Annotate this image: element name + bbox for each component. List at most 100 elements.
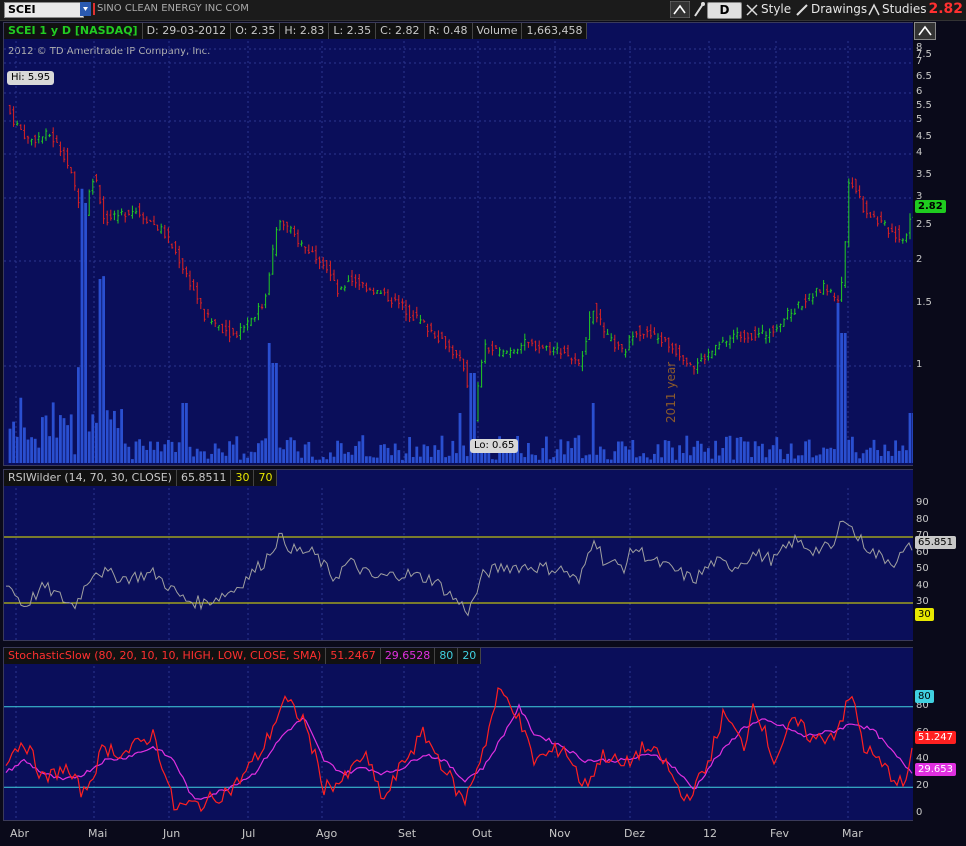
volume-bar	[282, 449, 285, 463]
price-y-tick: 6	[916, 86, 923, 97]
volume-bar	[530, 454, 534, 463]
stoch-chart	[4, 666, 914, 820]
volume-bar	[163, 444, 167, 463]
volume-bar	[725, 436, 728, 463]
volume-bar	[131, 459, 134, 463]
volume-bar	[271, 363, 275, 463]
volume-bar	[332, 456, 336, 463]
volume-bar	[879, 455, 883, 463]
volume-bar	[872, 439, 876, 463]
volume-bar	[372, 457, 375, 463]
volume-bar	[95, 422, 98, 463]
volume-bar	[455, 453, 458, 463]
volume-bar	[545, 436, 548, 463]
volume-bar	[800, 455, 804, 463]
volume-bar	[804, 441, 807, 463]
volume-bar	[249, 451, 253, 463]
volume-bar	[753, 441, 757, 463]
volume-bar	[764, 457, 768, 463]
volume-bar	[617, 441, 620, 463]
volume-bar	[134, 441, 138, 463]
rsi-y-tick: 80	[916, 513, 929, 525]
volume-bar	[177, 442, 181, 463]
stoch-d-tag: 29.653	[915, 763, 956, 776]
volume-bar	[213, 443, 217, 463]
volume-bar	[854, 452, 858, 463]
volume-bar	[451, 440, 455, 463]
volume-bar	[739, 437, 743, 463]
stoch-axis: 806040200 80 51.247 29.653	[913, 647, 966, 821]
stoch-upper-tag: 80	[915, 690, 934, 703]
volume-bar	[905, 450, 908, 463]
volume-bar	[401, 459, 404, 463]
price-y-tick: 5.5	[916, 100, 932, 111]
volume-bar	[865, 449, 869, 463]
volume-bar	[714, 440, 717, 463]
volume-bar	[419, 456, 422, 463]
volume-bar	[757, 446, 761, 463]
x-axis-label: Dez	[624, 827, 646, 840]
x-axis-label: Mar	[842, 827, 863, 840]
rsi-tag: 65.851	[915, 536, 956, 549]
crosshair-icon[interactable]	[669, 0, 691, 19]
volume-bar	[185, 403, 188, 463]
x-axis-label: Out	[472, 827, 492, 840]
volume-bar	[782, 459, 786, 463]
volume-bar	[588, 454, 591, 463]
volume-bar	[55, 437, 59, 463]
volume-bar	[606, 459, 609, 463]
volume-bar	[278, 447, 282, 463]
volume-bar	[80, 188, 84, 463]
volume-bar	[15, 436, 19, 463]
volume-bar	[357, 441, 361, 463]
volume-bar	[260, 440, 264, 463]
volume-bar	[707, 448, 710, 463]
aggregation-button[interactable]: D	[707, 2, 742, 19]
volume-bar	[833, 449, 836, 463]
lo-label: Lo: 0.65	[470, 439, 519, 453]
year-marker: 2011 year	[664, 361, 678, 423]
price-panel[interactable]: SCEI 1 y D [NASDAQ] D: 29-03-2012 O: 2.35 H…	[3, 22, 915, 466]
volume-bar	[149, 441, 152, 463]
rsi-lower-tag: 30	[915, 608, 934, 621]
stoch-k-tag: 51.247	[915, 731, 956, 744]
volume-bar	[584, 455, 588, 463]
volume-bar	[84, 202, 87, 464]
style-icon[interactable]	[745, 1, 759, 18]
volume-bar	[717, 455, 721, 463]
price-y-tick: 5	[916, 114, 923, 125]
volume-bar	[746, 441, 750, 463]
volume-bar	[703, 451, 707, 463]
chart-settings-icon[interactable]	[914, 22, 936, 40]
symbol-dropdown-icon[interactable]	[80, 1, 92, 18]
drawings-button[interactable]: Drawings	[811, 1, 867, 18]
studies-icon[interactable]	[867, 1, 881, 18]
stoch-y-tick: 20	[916, 780, 929, 792]
volume-bar	[548, 459, 552, 463]
volume-bar	[876, 450, 879, 463]
volume-bar	[408, 437, 411, 463]
volume-bar	[87, 431, 91, 463]
volume-bar	[203, 451, 206, 463]
rsi-panel[interactable]: RSIWilder (14, 70, 30, CLOSE) 65.8511 30 70	[3, 469, 915, 641]
volume-bar	[145, 449, 149, 463]
volume-bar	[779, 449, 782, 463]
volume-bar	[329, 452, 332, 463]
drawing-tool-icon[interactable]	[692, 1, 706, 18]
volume-bar	[167, 439, 170, 463]
symbol-input[interactable]: SCEI	[4, 2, 84, 18]
volume-bar	[192, 456, 195, 463]
volume-bar	[645, 457, 649, 463]
volume-bar	[109, 419, 113, 463]
volume-bar	[559, 439, 563, 463]
price-y-tick: 2.5	[916, 219, 932, 230]
volume-bar	[19, 397, 23, 463]
price-tag: 2.82	[915, 200, 946, 213]
volume-bar	[807, 439, 811, 463]
stoch-panel[interactable]: StochasticSlow (80, 20, 10, 10, HIGH, LO…	[3, 647, 915, 821]
rsi-chart	[4, 488, 914, 640]
style-button[interactable]: Style	[761, 1, 791, 18]
volume-bar	[771, 445, 775, 463]
drawings-icon[interactable]	[795, 1, 809, 18]
studies-button[interactable]: Studies	[882, 1, 927, 18]
